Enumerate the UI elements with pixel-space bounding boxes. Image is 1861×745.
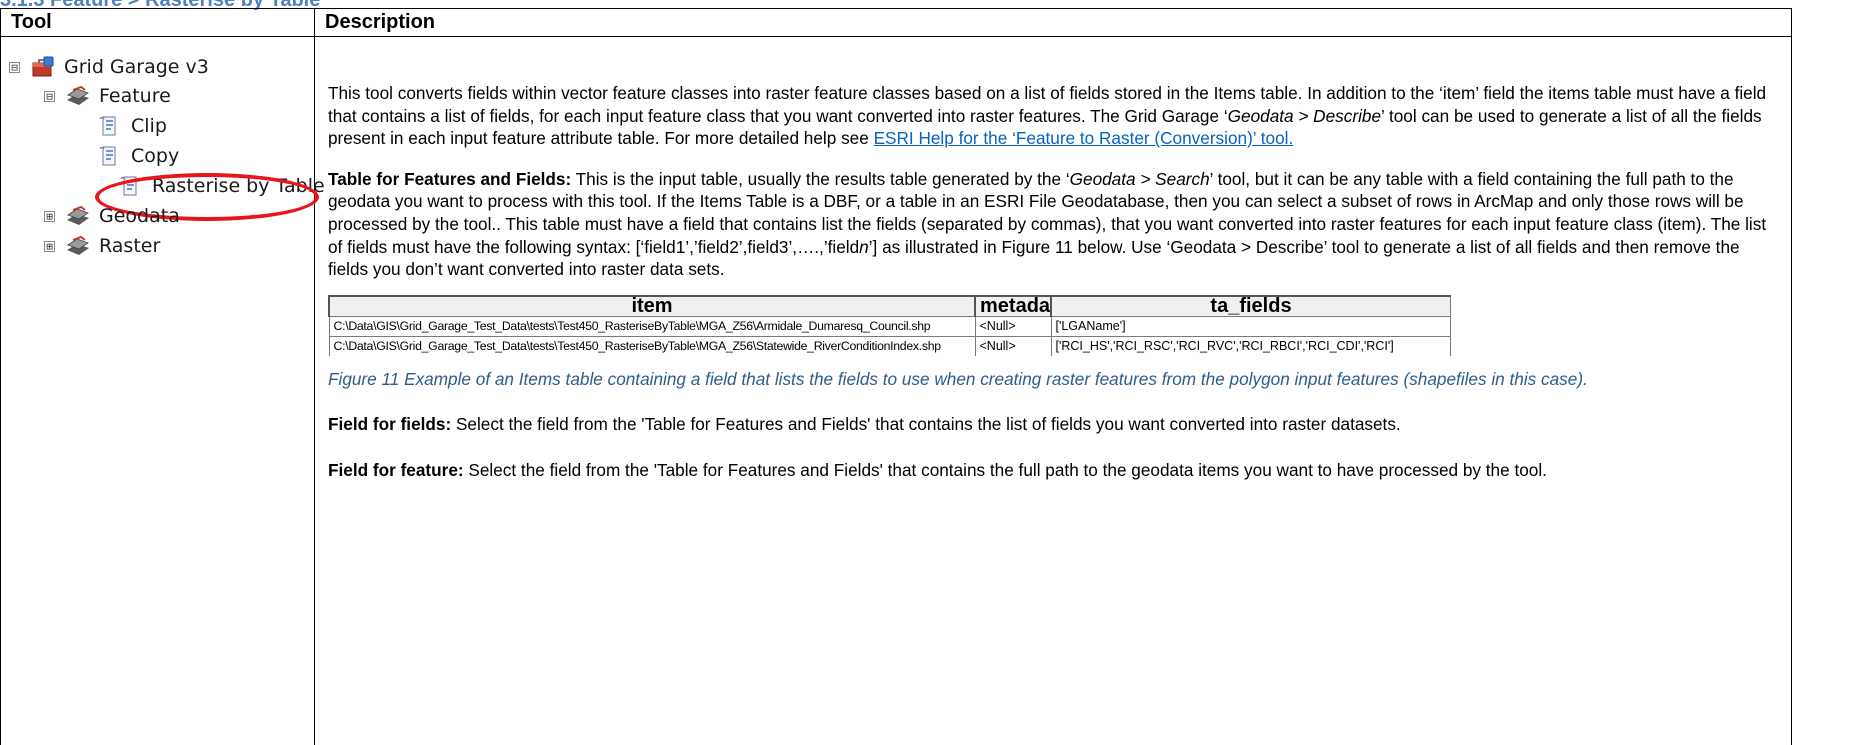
expand-icon[interactable]: ⊞ (44, 210, 55, 222)
table-cell: <Null> (974, 315, 1052, 337)
header-description: Description (314, 8, 1792, 37)
table-cell: <Null> (974, 335, 1052, 356)
header-tool: Tool (0, 8, 315, 37)
field-for-feature-paragraph: Field for feature: Select the field from… (328, 459, 1547, 480)
description-cell: This tool converts fields within vector … (314, 36, 1792, 745)
param-label: Field for feature: (328, 459, 464, 480)
toolset-icon (67, 205, 89, 225)
table-header-row: Tool Description (0, 8, 1792, 37)
table-cell: ['LGAName'] (1050, 315, 1451, 337)
items-table-header: item metadata ta_fields (328, 294, 1451, 317)
tree-item-clip[interactable]: Clip (97, 112, 167, 140)
tool-description-table: Tool Description ⊟ Grid Garage v3 ⊟ Feat… (0, 8, 1792, 745)
esri-help-link[interactable]: ESRI Help for the ‘Feature to Raster (Co… (874, 128, 1294, 148)
expand-icon[interactable]: ⊞ (44, 240, 55, 252)
collapse-icon[interactable]: ⊟ (44, 90, 55, 102)
script-tool-icon (99, 146, 116, 166)
table-cell: C:\Data\GIS\Grid_Garage_Test_Data\tests\… (328, 315, 976, 337)
toolset-icon (67, 235, 89, 255)
tree-label: Geodata (99, 205, 180, 227)
column-header: ta_fields (1050, 294, 1451, 317)
tree-label: Copy (131, 145, 180, 167)
tree-label: Raster (99, 235, 161, 257)
figure-caption: Figure 11 Example of an Items table cont… (328, 368, 1588, 389)
tree-item-geodata[interactable]: ⊞ Geodata (44, 202, 180, 230)
collapse-icon[interactable]: ⊟ (9, 61, 20, 73)
column-header: metadata (974, 294, 1052, 317)
tree-item-copy[interactable]: Copy (97, 142, 179, 170)
toolbox-icon (32, 56, 54, 77)
intro-paragraph: This tool converts fields within vector … (328, 83, 1767, 149)
tree-label: Grid Garage v3 (64, 56, 209, 78)
tool-cell: ⊟ Grid Garage v3 ⊟ Feature Clip Copy Ras… (0, 36, 325, 745)
table-row: C:\Data\GIS\Grid_Garage_Test_Data\tests\… (328, 315, 1451, 337)
tree-item-grid-garage[interactable]: ⊟ Grid Garage v3 (9, 53, 209, 81)
tree-label: Clip (131, 115, 167, 137)
param-label: Field for fields: (328, 414, 452, 435)
column-header: item (328, 294, 976, 317)
param-label: Table for Features and Fields: (328, 168, 572, 189)
table-body-row: ⊟ Grid Garage v3 ⊟ Feature Clip Copy Ras… (0, 36, 1792, 745)
table-for-features-paragraph: Table for Features and Fields: This is t… (328, 168, 1767, 280)
field-for-fields-paragraph: Field for fields: Select the field from … (328, 414, 1401, 435)
script-tool-icon (99, 116, 116, 136)
table-cell: ['RCI_HS','RCI_RSC','RCI_RVC','RCI_RBCI'… (1050, 335, 1451, 356)
tree-item-feature[interactable]: ⊟ Feature (44, 82, 171, 110)
table-row: C:\Data\GIS\Grid_Garage_Test_Data\tests\… (328, 335, 1451, 356)
table-cell: C:\Data\GIS\Grid_Garage_Test_Data\tests\… (328, 335, 976, 356)
items-table-figure: item metadata ta_fields C:\Data\GIS\Grid… (328, 294, 1451, 356)
toolset-icon (67, 85, 89, 105)
tree-label: Feature (99, 85, 171, 107)
toolbox-tree: ⊟ Grid Garage v3 ⊟ Feature Clip Copy Ras… (1, 37, 325, 745)
tree-item-raster[interactable]: ⊞ Raster (44, 232, 160, 260)
